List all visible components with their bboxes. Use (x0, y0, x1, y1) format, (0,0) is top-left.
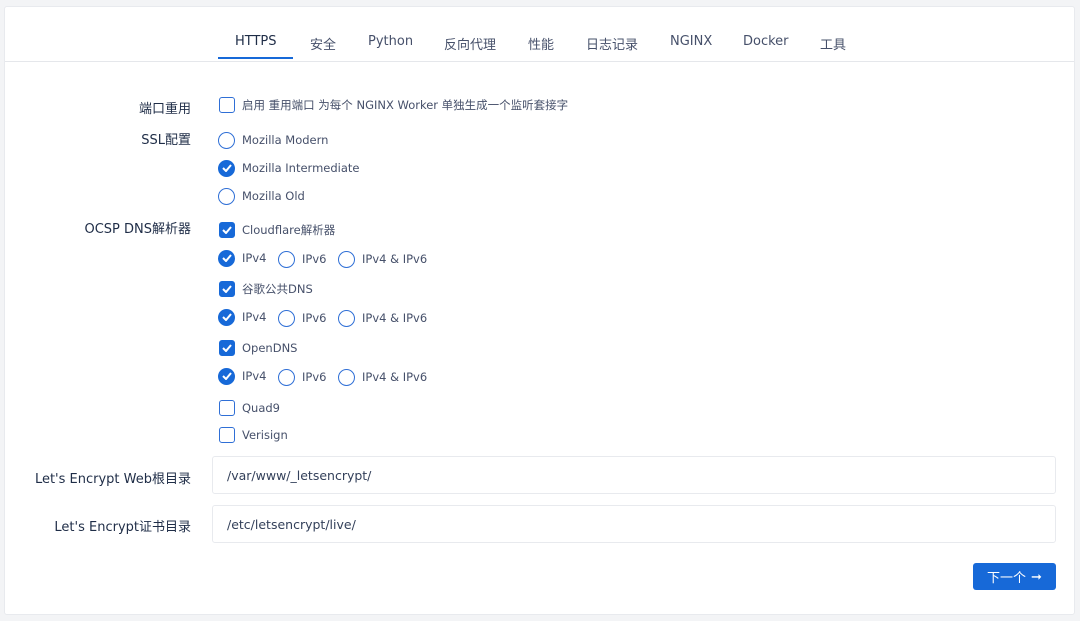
tab-tools[interactable]: 工具 (820, 34, 846, 53)
cloudflare-dual-label: IPv4 & IPv6 (362, 252, 428, 266)
ssl-old-label: Mozilla Old (242, 189, 305, 203)
webroot-input[interactable] (212, 456, 1056, 494)
google-ipv6-radio[interactable] (278, 309, 295, 327)
google-ipv4-label: IPv4 (242, 310, 267, 324)
ssl-intermediate-label: Mozilla Intermediate (242, 161, 360, 175)
tab-docker[interactable]: Docker (743, 34, 789, 49)
opendns-ipv4-label: IPv4 (242, 369, 267, 383)
ssl-config-label: SSL配置 (141, 133, 191, 148)
google-dual-option[interactable]: IPv4 & IPv6 (338, 309, 427, 327)
opendns-label: OpenDNS (242, 341, 298, 355)
cloudflare-ipv6-option[interactable]: IPv6 (278, 250, 326, 268)
tab-https[interactable]: HTTPS (235, 34, 277, 49)
resolver-opendns[interactable]: OpenDNS (219, 339, 297, 357)
tab-python[interactable]: Python (368, 34, 413, 49)
opendns-ipv6-option[interactable]: IPv6 (278, 368, 326, 386)
ssl-option-modern[interactable]: Mozilla Modern (218, 131, 328, 149)
cloudflare-ipv4-option[interactable]: IPv4 (218, 249, 266, 267)
google-checkbox[interactable] (219, 281, 235, 297)
ocsp-dns-label: OCSP DNS解析器 (84, 222, 191, 237)
opendns-dual-label: IPv4 & IPv6 (362, 370, 428, 384)
next-button-label: 下一个 (987, 570, 1027, 585)
tab-reverse-proxy[interactable]: 反向代理 (444, 34, 496, 53)
google-dual-label: IPv4 & IPv6 (362, 311, 428, 325)
google-ipv6-label: IPv6 (302, 311, 327, 325)
cloudflare-ipv6-radio[interactable] (278, 250, 295, 268)
tab-security[interactable]: 安全 (310, 34, 336, 53)
active-tab-indicator (218, 57, 293, 59)
resolver-google[interactable]: 谷歌公共DNS (219, 280, 313, 298)
arrow-right-icon: ➞ (1031, 568, 1042, 584)
google-dual-radio[interactable] (338, 309, 355, 327)
config-card: HTTPS 安全 Python 反向代理 性能 日志记录 NGINX Docke… (4, 6, 1075, 615)
verisign-checkbox[interactable] (219, 427, 235, 443)
opendns-ipv4-option[interactable]: IPv4 (218, 367, 266, 385)
opendns-dual-option[interactable]: IPv4 & IPv6 (338, 368, 427, 386)
opendns-dual-radio[interactable] (338, 368, 355, 386)
port-reuse-checkbox-label: 启用 重用端口 为每个 NGINX Worker 单独生成一个监听套接字 (242, 98, 569, 112)
resolver-cloudflare[interactable]: Cloudflare解析器 (219, 221, 335, 239)
cloudflare-label: Cloudflare解析器 (242, 223, 336, 237)
cloudflare-ipv6-label: IPv6 (302, 252, 327, 266)
resolver-quad9[interactable]: Quad9 (219, 399, 280, 417)
quad9-label: Quad9 (242, 401, 281, 415)
ssl-old-radio[interactable] (218, 187, 235, 205)
verisign-label: Verisign (242, 428, 288, 442)
ssl-option-old[interactable]: Mozilla Old (218, 187, 305, 205)
webroot-label: Let's Encrypt Web根目录 (34, 472, 191, 487)
google-ipv6-option[interactable]: IPv6 (278, 309, 326, 327)
ssl-intermediate-radio[interactable] (218, 159, 235, 177)
port-reuse-option[interactable]: 启用 重用端口 为每个 NGINX Worker 单独生成一个监听套接字 (219, 96, 568, 114)
port-reuse-checkbox[interactable] (219, 97, 235, 113)
cloudflare-dual-option[interactable]: IPv4 & IPv6 (338, 250, 427, 268)
quad9-checkbox[interactable] (219, 400, 235, 416)
cloudflare-ipv4-label: IPv4 (242, 251, 267, 265)
cloudflare-checkbox[interactable] (219, 222, 235, 238)
tab-performance[interactable]: 性能 (528, 34, 554, 53)
ssl-modern-label: Mozilla Modern (242, 133, 329, 147)
ssl-modern-radio[interactable] (218, 131, 235, 149)
cloudflare-dual-radio[interactable] (338, 250, 355, 268)
tab-logging[interactable]: 日志记录 (586, 34, 638, 53)
certdir-input[interactable] (212, 505, 1056, 543)
google-ipv4-radio[interactable] (218, 308, 235, 326)
opendns-ipv4-radio[interactable] (218, 367, 235, 385)
certdir-label: Let's Encrypt证书目录 (54, 520, 191, 535)
opendns-checkbox[interactable] (219, 340, 235, 356)
tab-nginx[interactable]: NGINX (670, 34, 712, 49)
port-reuse-label: 端口重用 (138, 102, 191, 117)
opendns-ipv6-radio[interactable] (278, 368, 295, 386)
ssl-option-intermediate[interactable]: Mozilla Intermediate (218, 159, 359, 177)
tab-bar: HTTPS 安全 Python 反向代理 性能 日志记录 NGINX Docke… (5, 7, 1074, 62)
google-label: 谷歌公共DNS (242, 282, 313, 296)
opendns-ipv6-label: IPv6 (302, 370, 327, 384)
cloudflare-ipv4-radio[interactable] (218, 249, 235, 267)
resolver-verisign[interactable]: Verisign (219, 426, 288, 444)
next-button[interactable]: 下一个 ➞ (973, 563, 1056, 590)
google-ipv4-option[interactable]: IPv4 (218, 308, 266, 326)
